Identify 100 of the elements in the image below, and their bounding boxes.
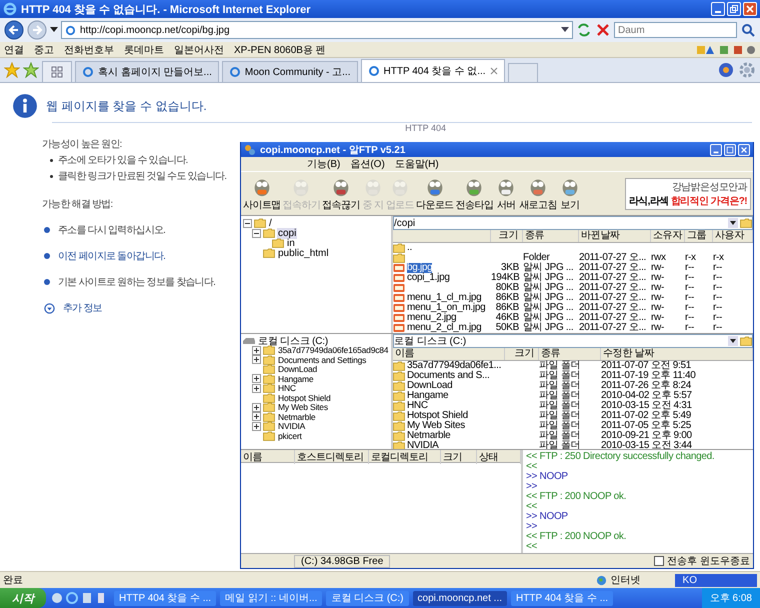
column-header[interactable]: 상태 xyxy=(477,450,521,464)
taskbar-button[interactable]: 로컬 디스크 (C:) xyxy=(326,590,409,606)
tree-item[interactable]: / xyxy=(268,218,273,228)
file-name[interactable]: .. xyxy=(407,243,412,253)
toolbar-button[interactable]: 사이트맵 xyxy=(243,176,281,212)
taskbar-button[interactable]: HTTP 404 찾을 수 ... xyxy=(114,590,216,606)
tree-item[interactable]: pkicert xyxy=(277,430,303,441)
tree-item[interactable]: copi xyxy=(277,228,298,238)
expand-icon[interactable] xyxy=(252,355,261,364)
column-header[interactable]: 수정한 날짜 xyxy=(601,348,753,360)
tree-item[interactable]: Hangame xyxy=(277,374,314,384)
file-name[interactable]: Hotspot Shield xyxy=(407,411,468,421)
file-name[interactable]: Documents and S... xyxy=(407,371,490,381)
menu-item[interactable]: 옵션(O) xyxy=(350,157,385,172)
menu-item[interactable]: 도움말(H) xyxy=(394,157,439,172)
column-header[interactable]: 호스트디렉토리 xyxy=(295,450,369,464)
expand-icon[interactable] xyxy=(252,374,261,384)
tree-item[interactable]: Hotspot Shield xyxy=(277,392,332,403)
start-button[interactable]: 시작 xyxy=(0,588,46,608)
file-name[interactable]: My Web Sites xyxy=(407,421,465,431)
column-header[interactable]: 종류 xyxy=(523,230,579,242)
close-button[interactable] xyxy=(738,144,750,156)
column-header[interactable]: 종류 xyxy=(539,348,601,360)
file-name[interactable]: bg.jpg xyxy=(407,263,432,273)
column-header[interactable]: 사용자 xyxy=(713,230,753,242)
file-name[interactable]: menu_1_cl_m.jpg xyxy=(407,293,482,303)
favorite-link[interactable]: 전화번호부 xyxy=(64,42,114,56)
close-icon[interactable] xyxy=(490,67,498,75)
column-header[interactable]: 크기 xyxy=(441,450,477,464)
file-name[interactable]: HNC xyxy=(407,401,428,411)
toolbar-button[interactable]: 다운로드 xyxy=(416,176,454,212)
refresh-icon[interactable] xyxy=(576,22,592,38)
language-bar[interactable]: KO xyxy=(674,574,757,586)
search-icon[interactable] xyxy=(740,22,756,38)
back-link[interactable]: 이전 페이지로 돌아갑니다. xyxy=(58,249,166,263)
close-button[interactable] xyxy=(743,2,757,16)
toolbar-button[interactable]: 전송타입 xyxy=(456,176,494,212)
minimize-button[interactable] xyxy=(710,144,722,156)
dropdown-arrow-icon[interactable] xyxy=(561,27,569,33)
column-header[interactable]: 소유자 xyxy=(651,230,685,242)
search-field[interactable]: Daum xyxy=(614,22,737,38)
taskbar-button[interactable]: copi.mooncp.net ... xyxy=(412,590,508,606)
tree-item[interactable]: Netmarble xyxy=(277,412,316,422)
tree-item[interactable]: in xyxy=(286,238,296,248)
file-name[interactable]: menu_2.jpg xyxy=(407,313,456,323)
column-header[interactable]: 크기 xyxy=(505,348,539,360)
browser-tab[interactable]: Moon Community - 고... xyxy=(222,61,358,82)
expand-icon[interactable] xyxy=(252,384,261,393)
file-name[interactable]: menu_2_cl_m.jpg xyxy=(407,323,482,333)
favorite-link[interactable]: 일본어사전 xyxy=(174,42,224,56)
collapse-icon[interactable] xyxy=(243,218,252,228)
toolbar-button[interactable]: 접속끊기 xyxy=(322,176,360,212)
menu-item[interactable]: 기능(B) xyxy=(307,157,340,172)
maximize-button[interactable] xyxy=(724,144,736,156)
tree-item[interactable]: 로컬 디스크 (C:) xyxy=(257,334,330,348)
favorite-link[interactable]: 롯데마트 xyxy=(124,42,164,56)
toolbar-button[interactable]: 새로고침 xyxy=(519,176,557,212)
column-header[interactable]: 로컬디렉토리 xyxy=(369,450,441,464)
tree-item[interactable]: DownLoad xyxy=(277,364,318,374)
minimize-button[interactable] xyxy=(711,2,725,16)
globe-icon[interactable] xyxy=(717,61,735,79)
tree-item[interactable]: My Web Sites xyxy=(277,402,329,412)
tree-item[interactable]: public_html xyxy=(277,248,330,258)
advertisement-banner[interactable]: 강남밝은성모안과 라식,라섹 합리적인 가격은?! xyxy=(624,178,751,210)
tree-item[interactable]: Documents and Settings xyxy=(277,354,368,365)
quick-tabs-button[interactable] xyxy=(42,61,72,82)
favorite-link[interactable]: XP-PEN 8060B용 펜 xyxy=(234,42,326,56)
column-header[interactable]: 크기 xyxy=(491,230,523,242)
expand-icon[interactable] xyxy=(252,412,261,422)
toolbar-button[interactable]: 보기 xyxy=(558,176,581,212)
close-after-transfer-checkbox[interactable]: 전송후 윈도우종료 xyxy=(654,554,750,568)
column-header[interactable]: 이름 xyxy=(241,450,295,464)
collapse-icon[interactable] xyxy=(252,228,261,238)
file-name[interactable]: DownLoad xyxy=(407,381,452,391)
file-name[interactable]: copi_1.jpg xyxy=(407,273,450,283)
favorites-star-icon[interactable] xyxy=(4,62,20,78)
add-favorite-icon[interactable] xyxy=(23,62,39,78)
file-name[interactable]: Hangame xyxy=(407,391,448,401)
taskbar-button[interactable]: HTTP 404 찾을 수 ... xyxy=(511,590,614,606)
column-header[interactable]: 바뀐날짜 xyxy=(579,230,651,242)
column-header[interactable]: 이름 xyxy=(393,348,505,360)
file-name[interactable]: NVIDIA xyxy=(407,441,439,451)
expand-circle-icon[interactable] xyxy=(44,302,55,314)
favorite-link[interactable]: 중고 xyxy=(34,42,54,56)
expand-icon[interactable] xyxy=(252,422,261,431)
dropdown-arrow-icon[interactable] xyxy=(50,27,58,33)
file-name[interactable]: menu_1_on_m.jpg xyxy=(407,303,486,313)
browser-tab[interactable]: 혹시 홈페이지 만들어보... xyxy=(75,61,219,82)
expand-icon[interactable] xyxy=(252,402,261,412)
toolbar-button[interactable]: 서버 xyxy=(495,176,518,212)
restore-button[interactable] xyxy=(727,2,741,16)
tree-item[interactable]: NVIDIA xyxy=(277,421,306,432)
more-info-link[interactable]: 추가 정보 xyxy=(63,301,102,315)
back-button[interactable] xyxy=(4,20,24,40)
column-header[interactable]: 그룹 xyxy=(685,230,713,242)
tree-item[interactable]: 35a7d77949da06fe165ad9c84 xyxy=(277,345,390,356)
taskbar-button[interactable]: 메일 읽기 :: 네이버... xyxy=(220,590,322,606)
browser-tab[interactable]: HTTP 404 찾을 수 없... xyxy=(360,59,505,82)
address-field[interactable]: http://copi.mooncp.net/copi/bg.jpg xyxy=(61,21,573,39)
file-name[interactable]: Netmarble xyxy=(407,431,450,441)
